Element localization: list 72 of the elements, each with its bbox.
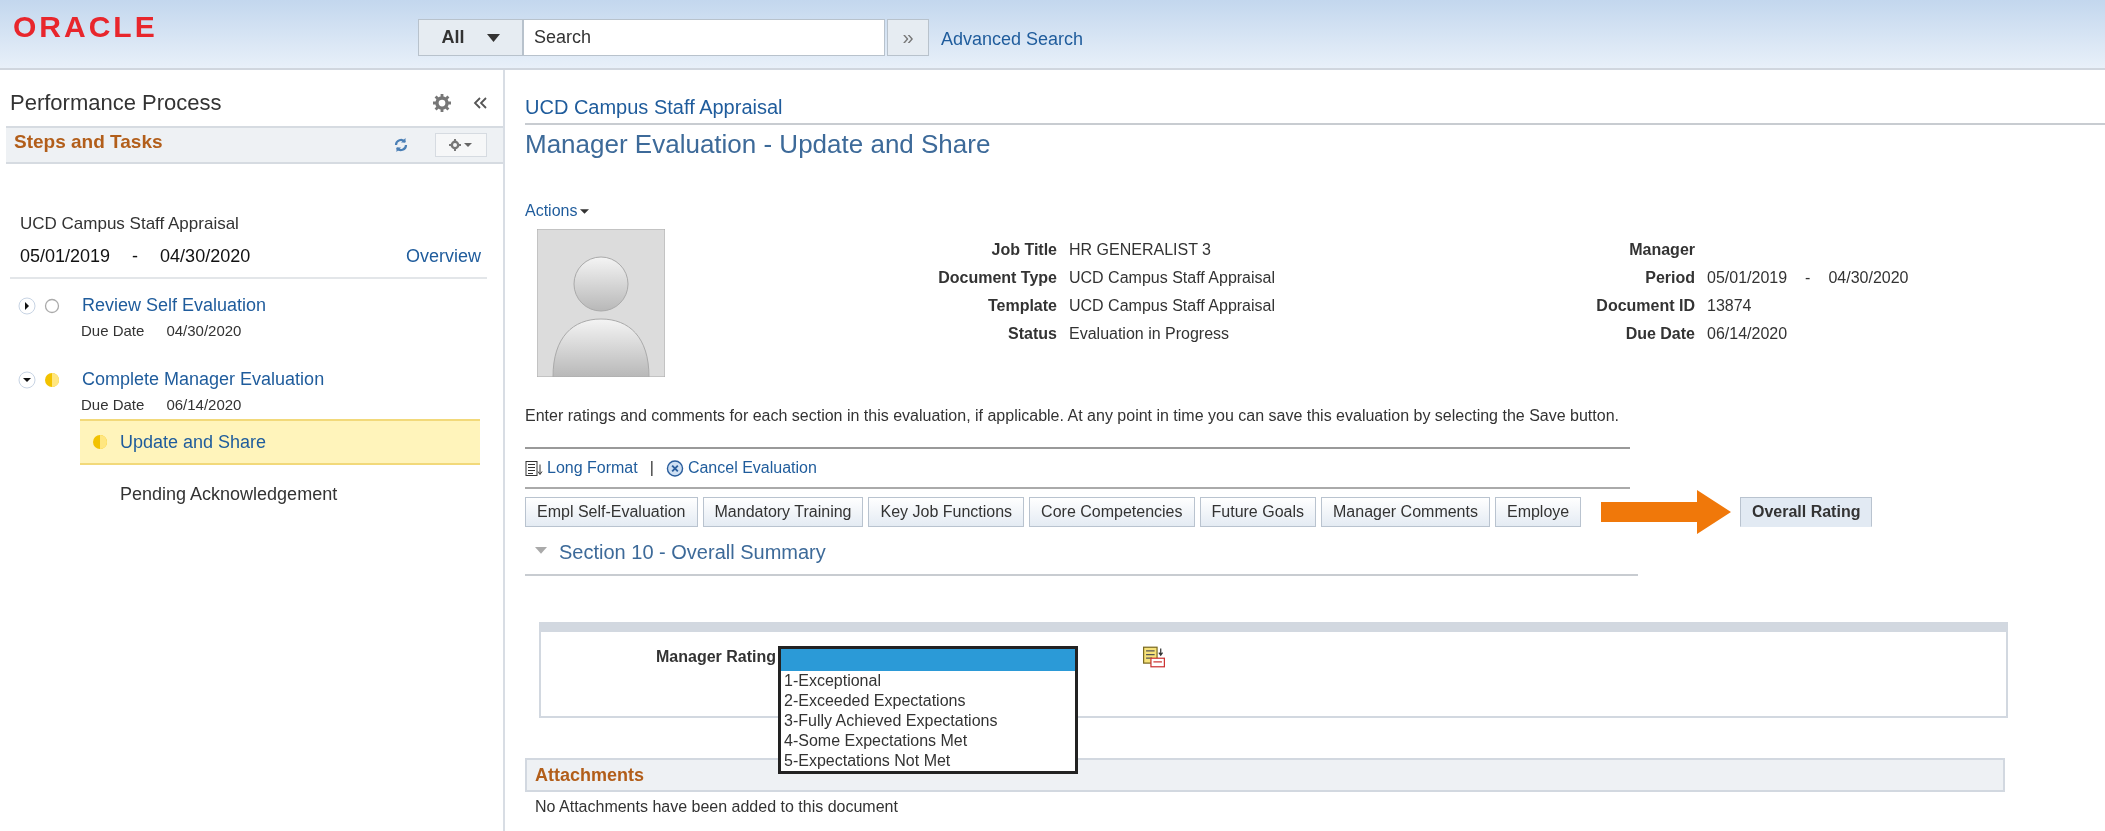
- close-circle-icon: [665, 459, 684, 477]
- period-end: 04/30/2020: [160, 246, 251, 267]
- collapse-toggle-icon[interactable]: [18, 370, 36, 389]
- field-label: Job Title: [990, 241, 1057, 259]
- tab[interactable]: Overall Rating: [1739, 497, 1873, 527]
- field-label: Due Date: [1624, 325, 1695, 343]
- overview-link[interactable]: Overview: [406, 246, 481, 267]
- field-value: Evaluation in Progress: [1069, 325, 1230, 343]
- step-link[interactable]: Complete Manager Evaluation: [82, 369, 325, 390]
- substep-item[interactable]: Update and Share: [80, 419, 480, 465]
- search-field[interactable]: Search: [523, 19, 885, 56]
- substep-item[interactable]: Pending Acknowledgement: [80, 471, 480, 517]
- oracle-logo: ORACLE: [13, 10, 158, 44]
- dropdown-option[interactable]: 2-Exceeded Expectations: [781, 691, 1075, 711]
- spellcheck-icon[interactable]: [1142, 646, 1166, 668]
- field-label: Manager Rating: [655, 648, 776, 666]
- step-link[interactable]: Review Self Evaluation: [82, 295, 267, 316]
- caret-icon: [580, 208, 590, 214]
- field-value: HR GENERALIST 3: [1069, 241, 1211, 259]
- field-label: Manager: [1628, 241, 1695, 259]
- collapse-icon[interactable]: [473, 96, 487, 110]
- toolbar-separator: |: [649, 459, 654, 477]
- field-value: 13874: [1707, 297, 1752, 315]
- field-label: Status: [1007, 325, 1057, 343]
- document-icon: [525, 459, 543, 477]
- field-label: Document ID: [1595, 297, 1695, 315]
- field-value: 04/30/2020: [1828, 269, 1909, 287]
- period-separator: -: [132, 246, 139, 267]
- caret-icon[interactable]: [486, 33, 500, 42]
- page-title: Manager Evaluation - Update and Share: [525, 129, 992, 160]
- settings-icon[interactable]: [433, 94, 451, 112]
- advanced-search-link[interactable]: Advanced Search: [941, 29, 1084, 50]
- tab[interactable]: Core Competencies: [1029, 497, 1195, 527]
- field-label: Document Type: [937, 269, 1057, 287]
- settings-dropdown-button[interactable]: [435, 133, 487, 157]
- cancel-evaluation-link[interactable]: Cancel Evaluation: [665, 459, 817, 477]
- dropdown-option[interactable]: 1-Exceptional: [781, 671, 1075, 691]
- dropdown-option[interactable]: 5-Expectations Not Met: [781, 751, 1075, 771]
- person-silhouette-icon: [537, 229, 665, 377]
- tab[interactable]: Future Goals: [1199, 497, 1316, 527]
- search-button[interactable]: »: [887, 19, 929, 56]
- instructions-text: Enter ratings and comments for each section in this evaluation, if applicable. At any point in time you can save this evaluation by selecting the Save button.: [525, 407, 1620, 425]
- field-value: 06/14/2020: [1707, 325, 1788, 343]
- document-name: UCD Campus Staff Appraisal: [20, 214, 240, 234]
- actions-menu[interactable]: Actions: [525, 202, 590, 220]
- field-label: Template: [986, 297, 1057, 315]
- period-separator: -: [1805, 269, 1811, 287]
- attachments-message: No Attachments have been added to this document: [534, 797, 899, 816]
- long-format-link[interactable]: Long Format: [525, 459, 638, 477]
- field-value: UCD Campus Staff Appraisal: [1069, 297, 1275, 315]
- section-heading: Section 10 - Overall Summary: [559, 541, 826, 564]
- tab[interactable]: Key Job Functions: [868, 497, 1025, 527]
- expand-toggle-icon[interactable]: [18, 296, 36, 315]
- due-date-label: Due Date: [81, 322, 145, 339]
- field-value: UCD Campus Staff Appraisal: [1069, 269, 1275, 287]
- field-value: 05/01/2019: [1707, 269, 1788, 287]
- due-date-value: 06/14/2020: [166, 396, 242, 413]
- due-date-value: 04/30/2020: [166, 322, 242, 339]
- tab[interactable]: Manager Comments: [1321, 497, 1490, 527]
- tab[interactable]: Empl Self-Evaluation: [525, 497, 698, 527]
- document-title: UCD Campus Staff Appraisal: [525, 96, 2105, 125]
- due-date-label: Due Date: [81, 396, 145, 413]
- period-start: 05/01/2019: [20, 246, 111, 267]
- dropdown-option[interactable]: 4-Some Expectations Met: [781, 731, 1075, 751]
- section-title: Steps and Tasks: [13, 131, 164, 153]
- refresh-icon[interactable]: [393, 137, 409, 153]
- tab[interactable]: Employe: [1494, 497, 1582, 527]
- dropdown-option[interactable]: 3-Fully Achieved Expectations: [781, 711, 1075, 731]
- tab[interactable]: Mandatory Training: [702, 497, 864, 527]
- panel-title: Performance Process: [10, 90, 223, 116]
- field-label: Period: [1644, 269, 1695, 287]
- search-scope-dropdown[interactable]: All: [418, 19, 523, 56]
